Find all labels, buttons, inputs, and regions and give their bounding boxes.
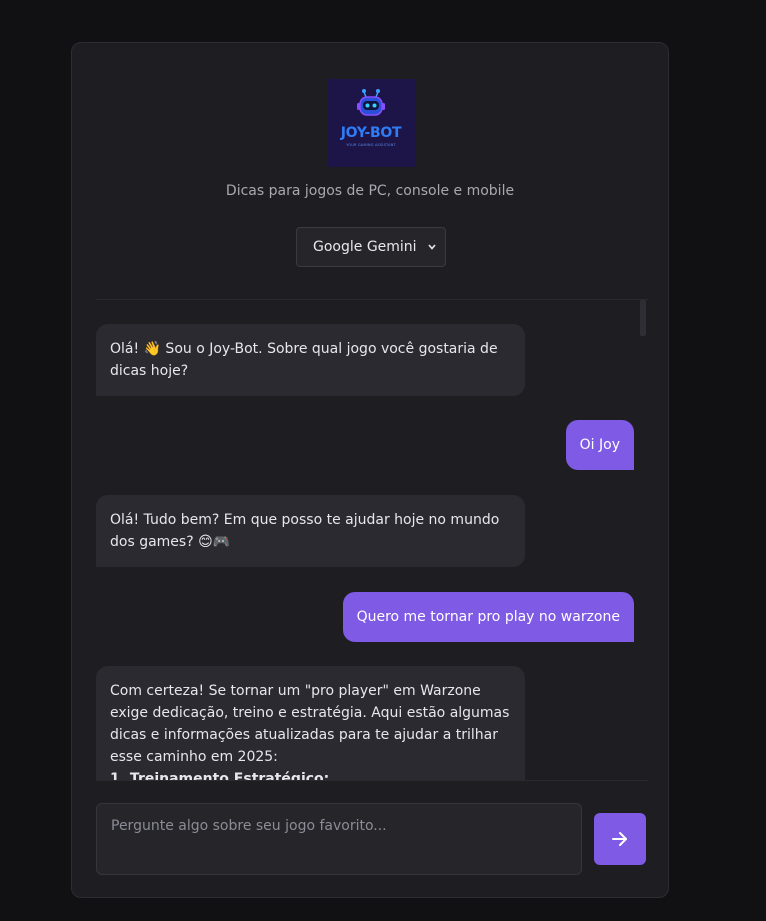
- joy-bot-logo: JOY-BOT YOUR GAMING ASSISTANT: [327, 79, 415, 167]
- chat-messages[interactable]: Olá! 👋 Sou o Joy-Bot. Sobre qual jogo vo…: [96, 299, 648, 781]
- send-button[interactable]: [594, 813, 646, 865]
- bot-message-text: Olá! 👋 Sou o Joy-Bot. Sobre qual jogo vo…: [110, 341, 498, 379]
- user-message-text: Quero me tornar pro play no warzone: [356, 609, 620, 625]
- chevron-down-icon: [428, 244, 436, 250]
- robot-icon: [357, 89, 385, 116]
- arrow-right-icon: [612, 832, 627, 846]
- model-select[interactable]: Google Gemini: [296, 227, 446, 267]
- bot-message-text: Com certeza! Se tornar um "pro player" e…: [110, 683, 510, 765]
- question-input-placeholder: Pergunte algo sobre seu jogo favorito...: [111, 818, 387, 834]
- logo-tagline: YOUR GAMING ASSISTANT: [346, 143, 396, 147]
- bot-message: Com certeza! Se tornar um "pro player" e…: [96, 666, 525, 781]
- chat-scrollbar[interactable]: [640, 300, 646, 336]
- user-message: Oi Joy: [565, 420, 634, 470]
- logo-name: JOY-BOT: [340, 125, 402, 141]
- model-select-value: Google Gemini: [313, 239, 417, 255]
- user-message: Quero me tornar pro play no warzone: [342, 592, 634, 642]
- bot-message-heading: 1. Treinamento Estratégico:: [110, 771, 330, 781]
- subtitle: Dicas para jogos de PC, console e mobile: [225, 183, 515, 199]
- bot-message: Olá! Tudo bem? Em que posso te ajudar ho…: [96, 495, 525, 567]
- bot-message-text: Olá! Tudo bem? Em que posso te ajudar ho…: [110, 512, 500, 550]
- bot-message: Olá! 👋 Sou o Joy-Bot. Sobre qual jogo vo…: [96, 324, 525, 396]
- chat-card: JOY-BOT YOUR GAMING ASSISTANT Dicas para…: [71, 42, 669, 898]
- question-input[interactable]: Pergunte algo sobre seu jogo favorito...: [96, 803, 582, 875]
- user-message-text: Oi Joy: [579, 437, 620, 453]
